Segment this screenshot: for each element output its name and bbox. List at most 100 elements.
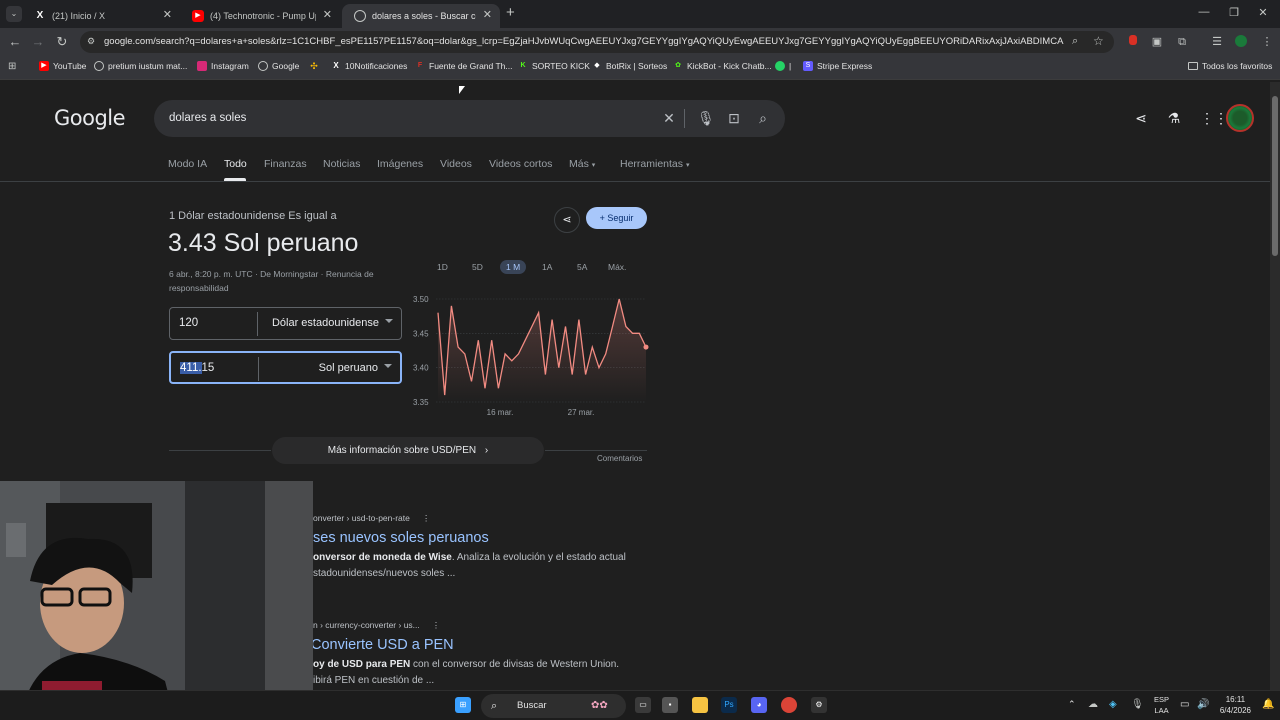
tab-noticias[interactable]: Noticias bbox=[323, 158, 360, 170]
tab-technotronic[interactable]: ▶ (4) Technotronic - Pump Up The ✕ bbox=[180, 4, 340, 28]
comments-link[interactable]: Comentarios bbox=[597, 454, 642, 463]
range-1d[interactable]: 1D bbox=[437, 260, 448, 274]
bookmark-youtube[interactable]: ▶ YouTube bbox=[39, 61, 86, 71]
close-tab-icon[interactable]: ✕ bbox=[323, 8, 332, 21]
url-text[interactable]: google.com/search?q=dolares+a+soles&rlz=… bbox=[104, 36, 1064, 47]
address-bar[interactable]: ⚙ google.com/search?q=dolares+a+soles&rl… bbox=[80, 31, 1114, 53]
system-clock[interactable]: 16:11 6/4/2026 bbox=[1220, 694, 1251, 716]
result-cite[interactable]: onverter › usd-to-pen-rate ⋮ bbox=[313, 513, 430, 524]
from-amount-input[interactable]: 120 bbox=[179, 317, 198, 329]
result-title[interactable]: ses nuevos soles peruanos bbox=[313, 530, 489, 546]
tab-x-home[interactable]: X (21) Inicio / X ✕ bbox=[22, 4, 180, 28]
page-scrollbar[interactable] bbox=[1270, 82, 1280, 692]
volume-icon[interactable]: 🔊 bbox=[1197, 699, 1209, 710]
tab-search-icon[interactable]: ⌄ bbox=[6, 6, 22, 22]
tray-app-icon[interactable]: ◈ bbox=[1109, 699, 1117, 710]
close-tab-icon[interactable]: ✕ bbox=[163, 8, 172, 21]
range-max[interactable]: Máx. bbox=[608, 260, 626, 274]
tab-herramientas[interactable]: Herramientas ▾ bbox=[620, 158, 689, 170]
share-button[interactable]: ⋖ bbox=[554, 207, 580, 233]
google-apps-icon[interactable]: ⋮⋮ bbox=[1200, 110, 1228, 127]
bookmark-star-icon[interactable]: ☆ bbox=[1093, 34, 1104, 48]
range-1a[interactable]: 1A bbox=[542, 260, 552, 274]
bookmark-10notificaciones[interactable]: X 10Notificaciones bbox=[331, 61, 407, 71]
windows-start-icon[interactable]: ⊞ bbox=[455, 697, 471, 713]
extension-red-icon[interactable] bbox=[1126, 35, 1140, 49]
labs-flask-icon[interactable]: ⚗ bbox=[1166, 110, 1182, 127]
result-title[interactable]: Convierte USD a PEN bbox=[311, 637, 454, 653]
more-info-button[interactable]: Más información sobre USD/PEN › bbox=[272, 437, 544, 464]
site-info-icon[interactable]: ⚙ bbox=[87, 36, 95, 47]
tab-todo[interactable]: Todo bbox=[224, 158, 247, 170]
more-options-icon[interactable]: ⋮ bbox=[422, 513, 431, 523]
back-icon[interactable]: ← bbox=[7, 34, 23, 50]
bookmark-pretium[interactable]: pretium iustum mat... bbox=[94, 61, 187, 71]
bookmark-kickbot[interactable]: ✿ KickBot - Kick Chatb... bbox=[673, 61, 772, 71]
close-tab-icon[interactable]: ✕ bbox=[483, 8, 492, 21]
more-options-icon[interactable]: ⋮ bbox=[432, 620, 441, 630]
bookmark-stripe[interactable]: S Stripe Express bbox=[803, 61, 872, 71]
restore-icon[interactable]: ❐ bbox=[1227, 6, 1241, 19]
bookmark-whatsapp[interactable]: | bbox=[775, 61, 791, 71]
extension-icon[interactable]: ▣ bbox=[1150, 35, 1164, 49]
to-currency-select[interactable]: Sol peruano bbox=[319, 362, 378, 374]
chrome-icon[interactable] bbox=[781, 697, 797, 713]
follow-button[interactable]: + Seguir bbox=[586, 207, 647, 229]
tab-videos[interactable]: Videos bbox=[440, 158, 472, 170]
close-window-icon[interactable]: ✕ bbox=[1256, 6, 1270, 19]
from-currency-select[interactable]: Dólar estadounidense bbox=[272, 317, 379, 329]
dropdown-arrow-icon[interactable] bbox=[385, 319, 393, 323]
notifications-icon[interactable]: 🔔 bbox=[1262, 699, 1274, 710]
browser-menu-icon[interactable]: ⋮ bbox=[1260, 35, 1274, 49]
taskbar-search[interactable]: ⌕ Buscar ✿✿ bbox=[481, 694, 626, 718]
bookmark-sorteo-kick[interactable]: K SORTEO KICK bbox=[518, 61, 589, 71]
reading-list-icon[interactable]: ☰ bbox=[1210, 35, 1224, 49]
app-icon[interactable]: ▪ bbox=[662, 697, 678, 713]
bookmark-instagram[interactable]: Instagram bbox=[197, 61, 249, 71]
scrollbar-thumb[interactable] bbox=[1272, 96, 1278, 256]
photoshop-icon[interactable]: Ps bbox=[721, 697, 737, 713]
onedrive-icon[interactable]: ☁ bbox=[1088, 699, 1098, 710]
bookmark-all-folder[interactable]: Todos los favoritos bbox=[1188, 61, 1272, 71]
tab-modo-ia[interactable]: Modo IA bbox=[168, 158, 207, 170]
network-icon[interactable]: ▭ bbox=[1180, 699, 1189, 710]
range-1m[interactable]: 1 M bbox=[500, 260, 527, 274]
range-5a[interactable]: 5A bbox=[577, 260, 587, 274]
reload-icon[interactable]: ↻ bbox=[54, 34, 70, 50]
tab-finanzas[interactable]: Finanzas bbox=[264, 158, 307, 170]
search-icon[interactable]: ⌕ bbox=[755, 110, 771, 126]
discord-icon[interactable]: ◕ bbox=[751, 697, 767, 713]
account-avatar[interactable] bbox=[1226, 104, 1254, 132]
to-amount-input[interactable]: 411.15 bbox=[180, 362, 214, 374]
bookmark-google[interactable]: Google bbox=[258, 61, 299, 71]
bookmark-fuente-gta[interactable]: F Fuente de Grand Th... bbox=[415, 61, 513, 71]
extensions-puzzle-icon[interactable]: ⧉ bbox=[1175, 35, 1189, 49]
lens-search-icon[interactable]: ⊡ bbox=[726, 110, 742, 126]
tab-mas[interactable]: Más ▾ bbox=[569, 158, 595, 170]
microphone-icon[interactable]: 🎙 bbox=[1131, 699, 1144, 710]
dropdown-arrow-icon[interactable] bbox=[384, 364, 392, 368]
profile-avatar-icon[interactable] bbox=[1234, 35, 1248, 51]
language-indicator[interactable]: ESP LAA bbox=[1154, 694, 1169, 716]
google-logo[interactable]: Google bbox=[54, 106, 126, 130]
tab-videos-cortos[interactable]: Videos cortos bbox=[489, 158, 552, 170]
tray-chevron-icon[interactable]: ⌃ bbox=[1068, 699, 1076, 710]
zoom-icon[interactable]: ⌕ bbox=[1072, 35, 1078, 48]
minimize-icon[interactable]: — bbox=[1197, 6, 1211, 18]
new-tab-button[interactable]: + bbox=[506, 5, 515, 21]
tab-imagenes[interactable]: Imágenes bbox=[377, 158, 423, 170]
voice-search-icon[interactable]: 🎙 bbox=[697, 110, 715, 126]
tab-google-search[interactable]: dolares a soles - Buscar con Go ✕ bbox=[342, 4, 500, 28]
forward-icon[interactable]: → bbox=[30, 34, 46, 50]
file-explorer-icon[interactable] bbox=[692, 697, 708, 713]
apps-grid-icon[interactable]: ⊞ bbox=[8, 61, 16, 72]
bookmark-pinwheel[interactable]: ✣ bbox=[309, 61, 319, 71]
search-box[interactable]: dolares a soles ✕ 🎙 ⊡ ⌕ bbox=[154, 100, 785, 137]
clear-search-icon[interactable]: ✕ bbox=[661, 110, 677, 126]
task-view-icon[interactable]: ▭ bbox=[635, 697, 651, 713]
share-icon[interactable]: ⋖ bbox=[1133, 110, 1149, 127]
range-5d[interactable]: 5D bbox=[472, 260, 483, 274]
bookmark-botrix[interactable]: ◆ BotRix | Sorteos bbox=[592, 61, 667, 71]
app-gear-icon[interactable]: ⚙ bbox=[811, 697, 827, 713]
search-input[interactable]: dolares a soles bbox=[169, 112, 246, 124]
